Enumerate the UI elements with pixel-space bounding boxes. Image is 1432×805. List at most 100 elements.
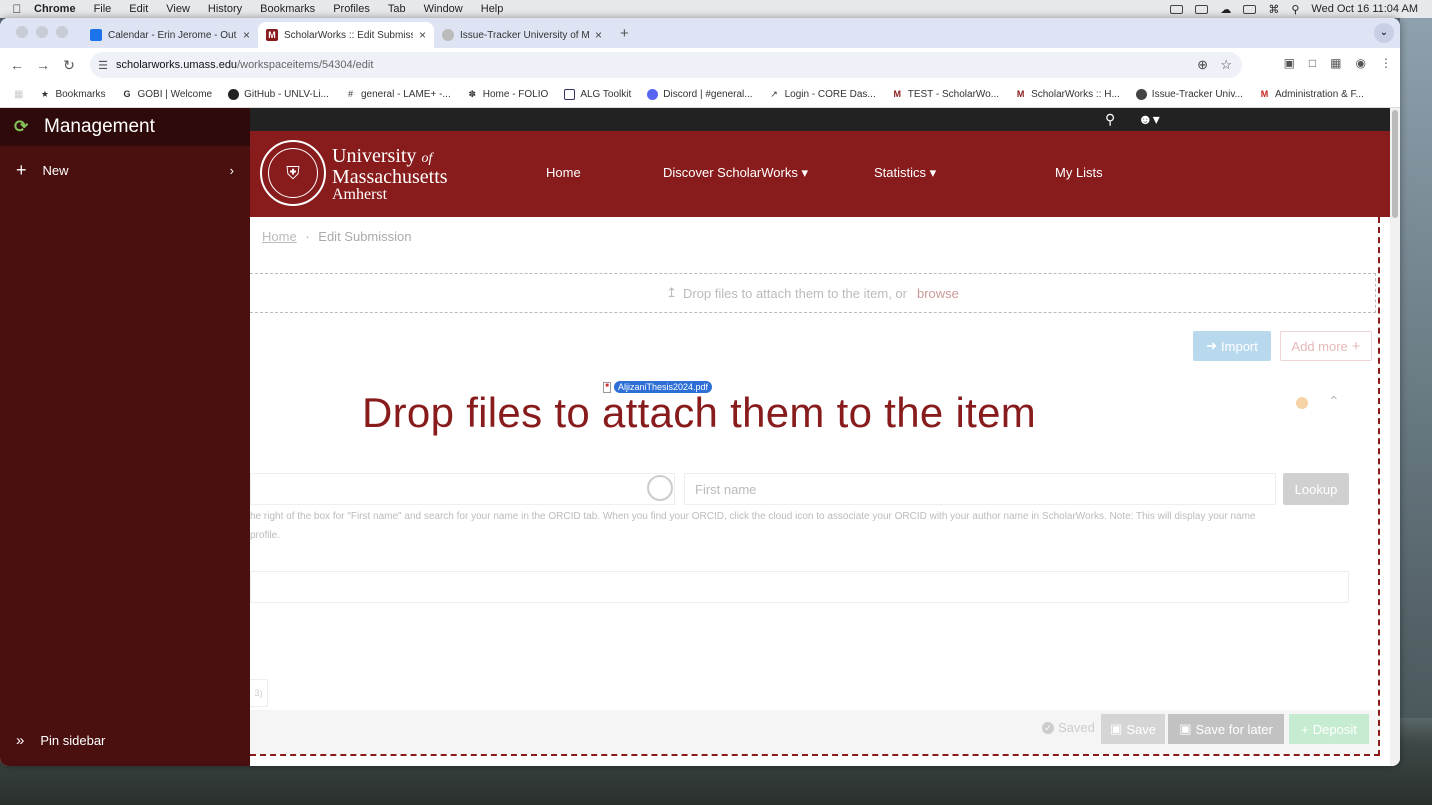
more-icon[interactable]: ⋮ — [1380, 56, 1392, 70]
forward-icon[interactable]: → — [30, 57, 56, 73]
umass-wordmark[interactable]: University of Massachusetts Amherst — [332, 145, 448, 204]
apps-icon[interactable]: ▦ — [14, 89, 23, 100]
bookmark-item[interactable]: M ScholarWorks :: H... — [1015, 89, 1120, 100]
tab-search-icon[interactable]: ⌄ — [1374, 23, 1394, 43]
menu-file[interactable]: File — [94, 3, 112, 15]
text-input[interactable] — [250, 571, 1349, 603]
close-icon[interactable]: × — [243, 28, 250, 42]
menu-profiles[interactable]: Profiles — [333, 3, 370, 15]
save-for-later-button[interactable]: ▣ Save for later — [1168, 714, 1284, 744]
extension-icons: ▣ □ ▦ ◉ ⋮ — [1284, 56, 1392, 70]
sidebar-item-new[interactable]: + New › — [0, 150, 250, 190]
tab-calendar[interactable]: Calendar - Erin Jerome - Out × — [82, 22, 258, 48]
plus-icon: + — [1301, 721, 1309, 737]
puzzle-icon[interactable]: ▦ — [1330, 56, 1341, 70]
bookmark-item[interactable]: # general - LAME+ -... — [345, 89, 451, 100]
scrollbar-thumb[interactable] — [1392, 110, 1398, 218]
search-icon[interactable]: ⚲ — [1105, 111, 1115, 128]
address-bar[interactable]: ☰ scholarworks.umass.edu/workspaceitems/… — [90, 52, 1242, 78]
reload-icon[interactable]: ↻ — [56, 57, 82, 74]
last-name-input[interactable] — [250, 473, 675, 505]
close-icon[interactable]: × — [419, 28, 426, 42]
wordmark-line3: Amherst — [332, 186, 388, 203]
status-icon[interactable] — [1195, 4, 1209, 14]
bookmark-item[interactable]: ✽ Home - FOLIO — [467, 89, 548, 100]
caret-down-icon: ▾ — [929, 165, 937, 180]
url-path: /workspaceitems/54304/edit — [237, 59, 374, 71]
menu-app[interactable]: Chrome — [34, 3, 76, 15]
lookup-button[interactable]: Lookup — [1283, 473, 1349, 505]
bookmark-item[interactable]: M TEST - ScholarWo... — [892, 89, 999, 100]
nav-home[interactable]: Home — [546, 165, 581, 180]
bookmark-item[interactable]: ALG Toolkit — [564, 89, 631, 100]
extension-icon[interactable]: ▣ — [1284, 56, 1295, 70]
wordmark-line2: Massachusetts — [332, 166, 448, 188]
saved-status: ✓ Saved — [1042, 720, 1095, 735]
close-window-button[interactable] — [16, 26, 28, 38]
github-icon — [228, 89, 240, 100]
cloud-icon[interactable]: ☁ — [1220, 3, 1231, 16]
nav-statistics[interactable]: Statistics ▾ — [874, 165, 936, 181]
globe-icon — [1135, 89, 1147, 100]
admin-sidebar: ⟳ Management + New › » Pin sidebar — [0, 108, 250, 766]
avatar[interactable]: ◉ — [1356, 56, 1366, 70]
menu-history[interactable]: History — [208, 3, 242, 15]
menu-view[interactable]: View — [166, 3, 190, 15]
umass-seal-logo[interactable]: ⛨ — [260, 140, 326, 206]
web-page: ⟳ Management + New › » Pin sidebar ⚲ ☻▾ … — [0, 108, 1400, 766]
file-dropzone[interactable]: ↥ Drop files to attach them to the item,… — [250, 273, 1376, 313]
section-tab[interactable]: 3) — [250, 679, 268, 707]
nav-discover[interactable]: Discover ScholarWorks ▾ — [663, 165, 808, 181]
tab-scholarworks[interactable]: M ScholarWorks :: Edit Submiss × — [258, 22, 434, 48]
tab-issue-tracker[interactable]: Issue-Tracker University of M × — [434, 22, 610, 48]
bookmark-item[interactable]: GitHub - UNLV-Li... — [228, 89, 329, 100]
status-icon[interactable] — [1170, 4, 1184, 14]
browser-toolbar: ← → ↻ ☰ scholarworks.umass.edu/workspace… — [0, 48, 1400, 82]
page-scrollbar[interactable] — [1390, 108, 1400, 766]
menu-bookmarks[interactable]: Bookmarks — [260, 3, 315, 15]
menu-tab[interactable]: Tab — [388, 3, 406, 15]
menu-help[interactable]: Help — [481, 3, 504, 15]
deposit-button[interactable]: + Deposit — [1289, 714, 1369, 744]
minimize-window-button[interactable] — [36, 26, 48, 38]
caret-down-icon: ▾ — [801, 165, 809, 180]
wordmark-line1: University — [332, 145, 417, 167]
back-icon[interactable]: ← — [4, 57, 30, 73]
bookmark-item[interactable]: G GOBI | Welcome — [121, 89, 212, 100]
bookmark-item[interactable]: Discord | #general... — [647, 89, 753, 100]
first-name-input[interactable]: First name — [684, 473, 1276, 505]
search-icon[interactable]: ⚲ — [1291, 3, 1299, 16]
zoom-window-button[interactable] — [56, 26, 68, 38]
plus-icon: + — [1351, 337, 1361, 355]
check-circle-icon: ✓ — [1042, 721, 1054, 734]
star-icon[interactable]: ☆ — [1220, 57, 1232, 73]
user-menu-icon[interactable]: ☻▾ — [1138, 111, 1160, 128]
chevron-up-icon[interactable]: ⌃ — [1328, 393, 1340, 410]
import-button[interactable]: ➜ Import — [1193, 331, 1271, 361]
bookmark-item[interactable]: ↗ Login - CORE Das... — [769, 89, 875, 100]
new-tab-button[interactable]: + — [610, 25, 639, 48]
sidebar-item-label: New — [42, 162, 69, 178]
pin-sidebar-label: Pin sidebar — [40, 732, 106, 748]
apple-icon[interactable]:  — [0, 2, 34, 16]
pin-sidebar-button[interactable]: » Pin sidebar — [0, 720, 250, 760]
umass-icon: M — [266, 29, 278, 41]
extension-icon[interactable]: □ — [1309, 56, 1316, 70]
bookmark-item[interactable]: Issue-Tracker Univ... — [1135, 89, 1243, 100]
mac-menubar:  Chrome File Edit View History Bookmark… — [0, 0, 1432, 18]
bookmark-item[interactable]: M Administration & F... — [1259, 89, 1364, 100]
site-info-icon[interactable]: ☰ — [90, 59, 116, 72]
close-icon[interactable]: × — [595, 28, 602, 42]
bookmark-folder[interactable]: ★ Bookmarks — [39, 89, 106, 100]
nav-my-lists[interactable]: My Lists — [1055, 165, 1103, 180]
menu-window[interactable]: Window — [424, 3, 463, 15]
breadcrumb-home[interactable]: Home — [262, 229, 297, 244]
menu-edit[interactable]: Edit — [129, 3, 148, 15]
zoom-icon[interactable]: ⊕ — [1197, 57, 1208, 73]
add-more-button[interactable]: Add more + — [1280, 331, 1372, 361]
browse-link[interactable]: browse — [917, 286, 959, 301]
wifi-icon[interactable]: ⌘ — [1268, 3, 1279, 16]
save-button[interactable]: ▣ Save — [1101, 714, 1165, 744]
battery-icon[interactable] — [1243, 4, 1257, 14]
datetime[interactable]: Wed Oct 16 11:04 AM — [1311, 3, 1418, 15]
